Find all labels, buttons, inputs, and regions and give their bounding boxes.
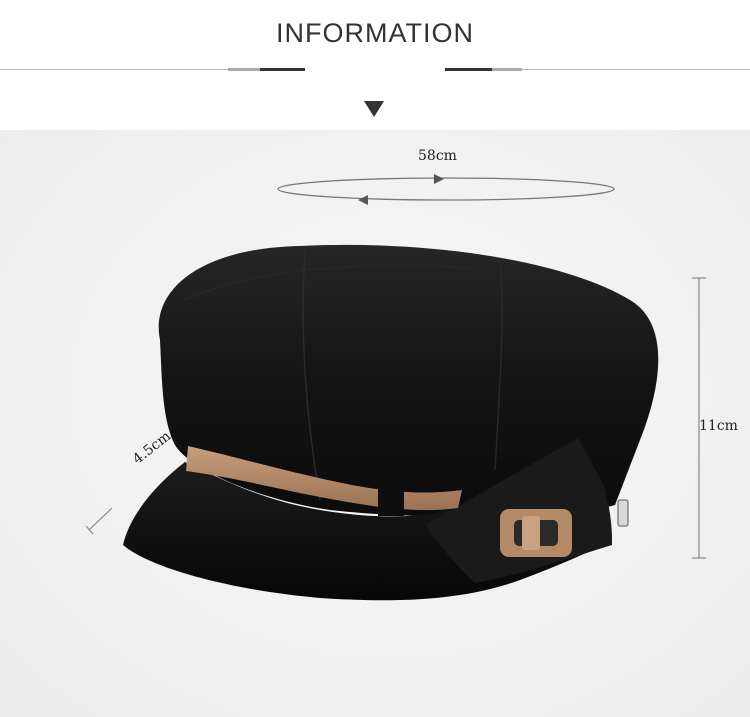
brim-indicator [85, 507, 113, 535]
strap-loop [378, 486, 404, 516]
side-tab [617, 499, 629, 527]
buckle-icon [500, 509, 572, 557]
arrow-left-icon [358, 195, 368, 205]
circumference-indicator [277, 174, 615, 205]
circumference-ellipse [277, 177, 615, 201]
hat-illustration [85, 174, 706, 601]
circumference-label: 58cm [418, 148, 457, 164]
arrow-right-icon [434, 174, 444, 184]
height-label: 11cm [699, 418, 738, 434]
